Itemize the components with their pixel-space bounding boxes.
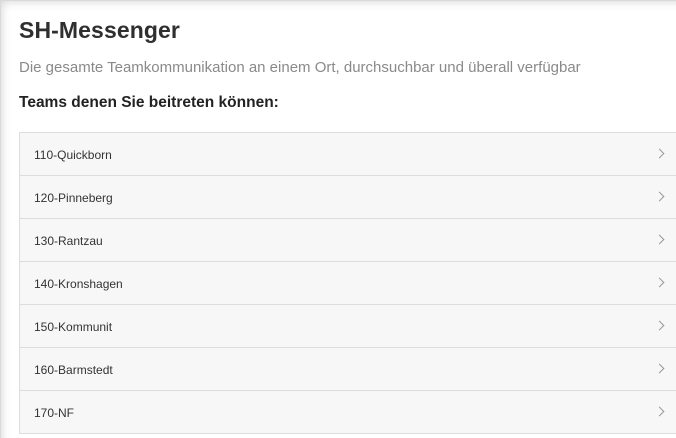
chevron-right-icon [654,234,665,245]
chevron-right-icon [654,277,665,288]
chevron-right-icon [654,363,665,374]
team-list-item-110-quickborn[interactable]: 110-Quickborn [20,133,676,176]
team-label: 120-Pinneberg [34,191,113,205]
team-list: 110-Quickborn 120-Pinneberg 130-Rantzau … [19,132,676,434]
chevron-right-icon [654,191,665,202]
team-label: 140-Kronshagen [34,277,123,291]
chevron-right-icon [654,148,665,159]
teams-section-heading: Teams denen Sie beitreten können: [19,94,279,111]
team-label: 110-Quickborn [34,148,112,162]
chevron-right-icon [654,406,665,417]
chevron-right-icon [654,320,665,331]
team-label: 130-Rantzau [34,234,103,248]
app-subtitle: Die gesamte Teamkommunikation an einem O… [19,59,581,76]
app-title: SH-Messenger [19,17,180,43]
team-label: 150-Kommunit [34,320,113,334]
team-label: 170-NF [34,406,75,420]
team-label: 160-Barmstedt [34,363,113,377]
app-window: SH-Messenger Die gesamte Teamkommunikati… [0,0,676,438]
team-list-item-120-pinneberg[interactable]: 120-Pinneberg [20,176,676,219]
team-list-item-170-nf[interactable]: 170-NF [20,391,676,434]
team-list-item-140-kronshagen[interactable]: 140-Kronshagen [20,262,676,305]
team-list-item-160-barmstedt[interactable]: 160-Barmstedt [20,348,676,391]
team-list-item-130-rantzau[interactable]: 130-Rantzau [20,219,676,262]
team-list-item-150-kommunit[interactable]: 150-Kommunit [20,305,676,348]
